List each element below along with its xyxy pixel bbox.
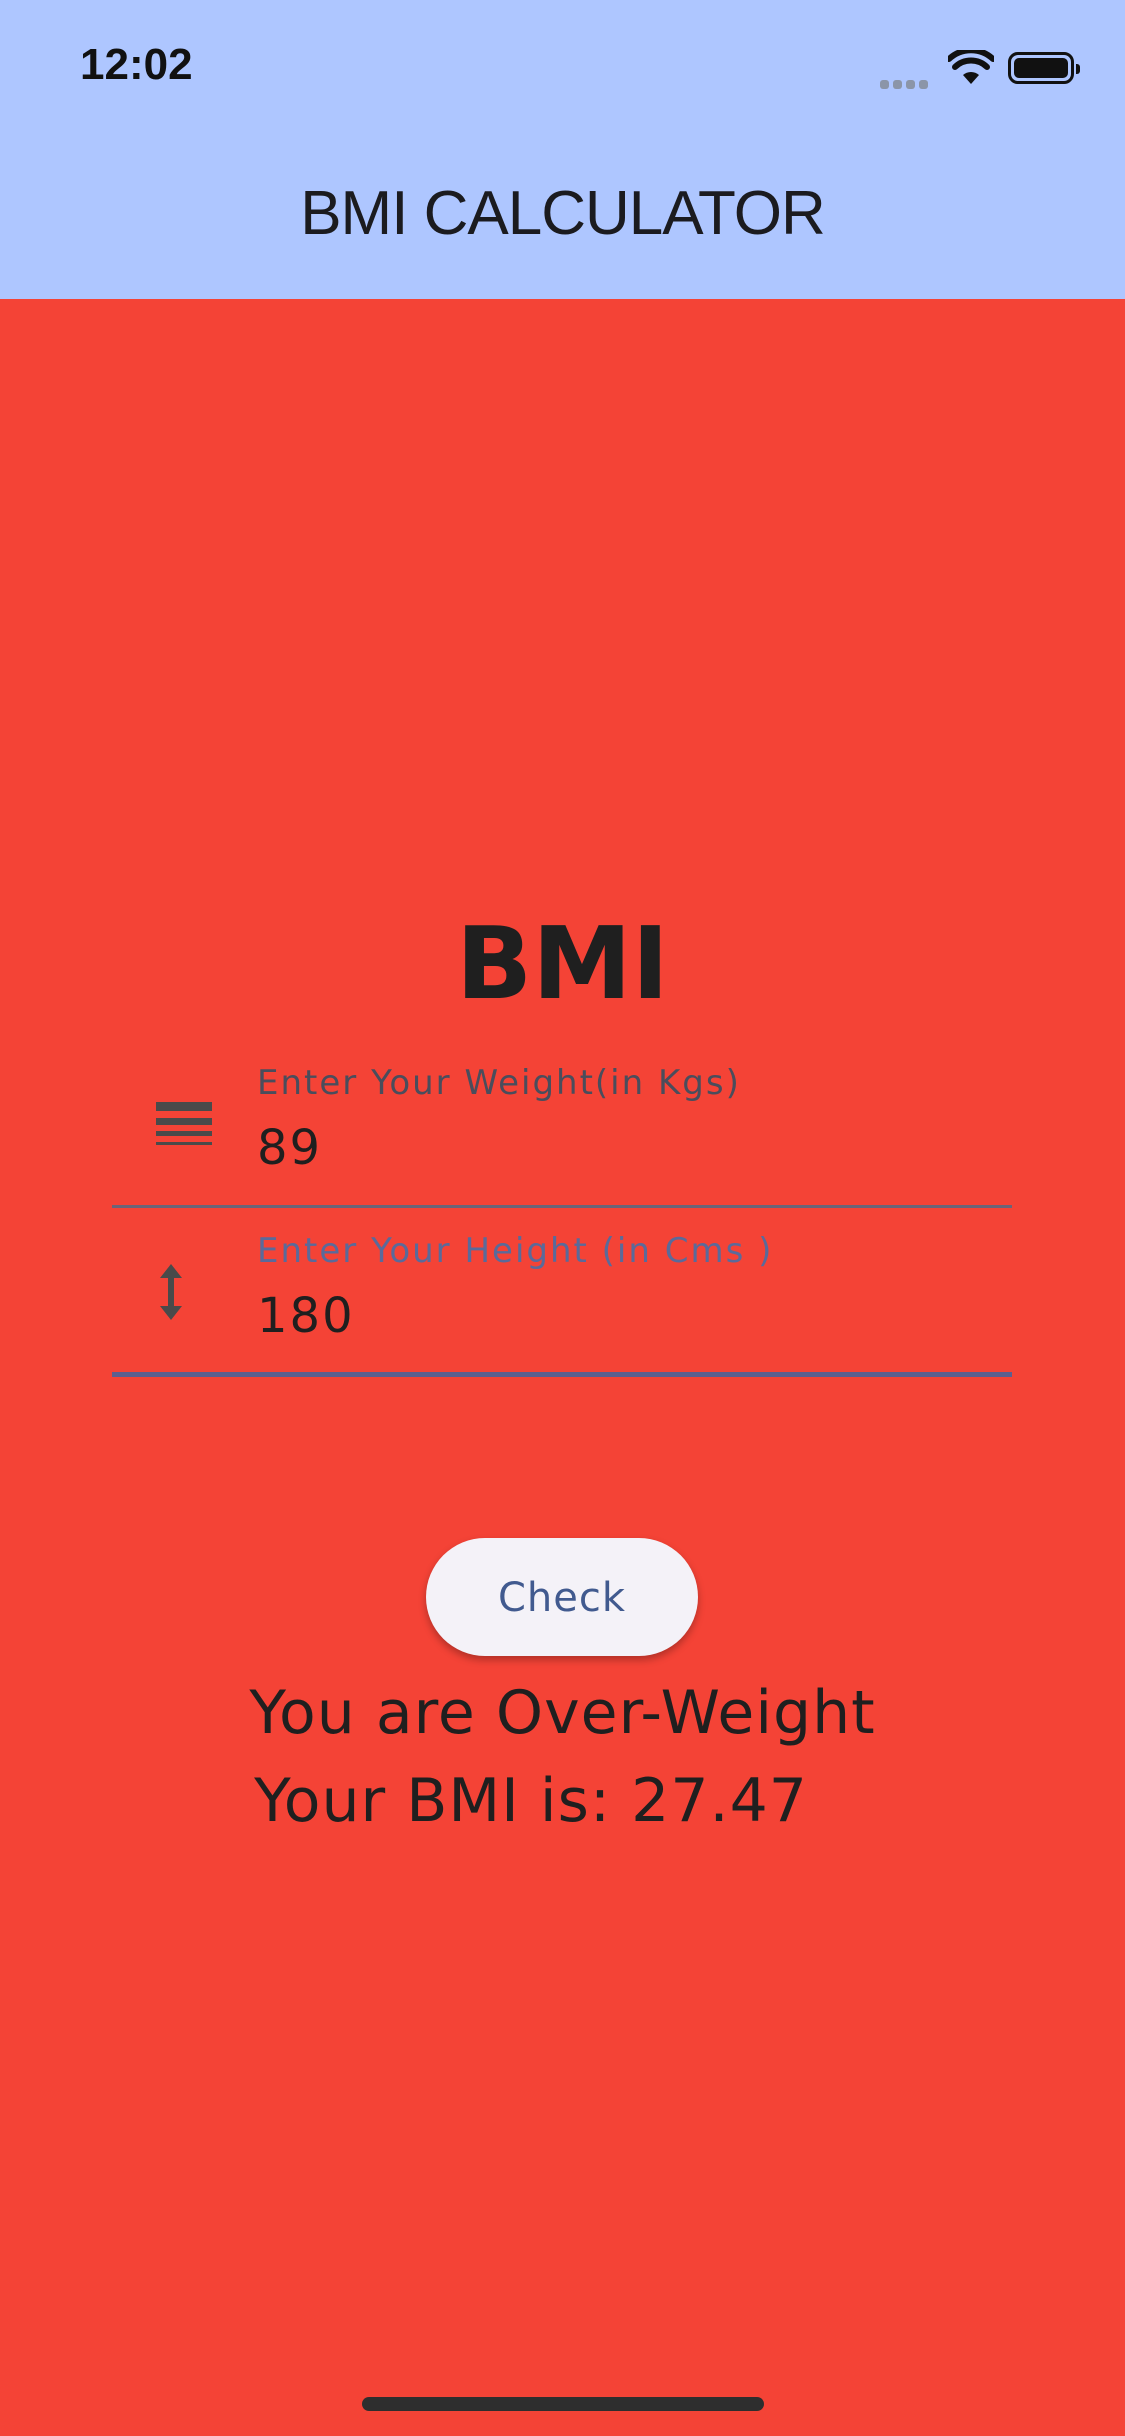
weight-input[interactable]: 89 xyxy=(257,1120,322,1176)
status-bar-time: 12:02 xyxy=(80,40,193,89)
height-field[interactable]: Enter Your Height (in Cms ) 180 xyxy=(112,1228,1012,1378)
bmi-calculator-screen: 12:02 BMI CALCULATOR BMI Enter Your Weig… xyxy=(0,0,1125,2436)
app-bar: 12:02 BMI CALCULATOR xyxy=(0,0,1125,299)
result-status-text: You are Over-Weight xyxy=(249,1678,876,1748)
height-input[interactable]: 180 xyxy=(257,1288,355,1344)
result-bmi-text: Your BMI is: 27.47 xyxy=(254,1766,808,1836)
weight-field-label: Enter Your Weight(in Kgs) xyxy=(257,1063,741,1103)
wifi-icon xyxy=(946,47,996,90)
battery-icon xyxy=(1008,52,1080,84)
app-title: BMI CALCULATOR xyxy=(300,179,826,248)
home-indicator[interactable] xyxy=(362,2397,764,2411)
cellular-signal-icon xyxy=(880,74,936,89)
height-icon xyxy=(156,1262,186,1326)
weight-field-underline xyxy=(112,1205,1012,1208)
height-field-label: Enter Your Height (in Cms ) xyxy=(257,1231,774,1271)
bmi-heading: BMI xyxy=(456,905,669,1022)
line-weight-icon xyxy=(156,1098,212,1158)
check-button[interactable]: Check xyxy=(426,1538,698,1656)
height-field-underline xyxy=(112,1372,1012,1377)
weight-field[interactable]: Enter Your Weight(in Kgs) 89 xyxy=(112,1060,1012,1210)
